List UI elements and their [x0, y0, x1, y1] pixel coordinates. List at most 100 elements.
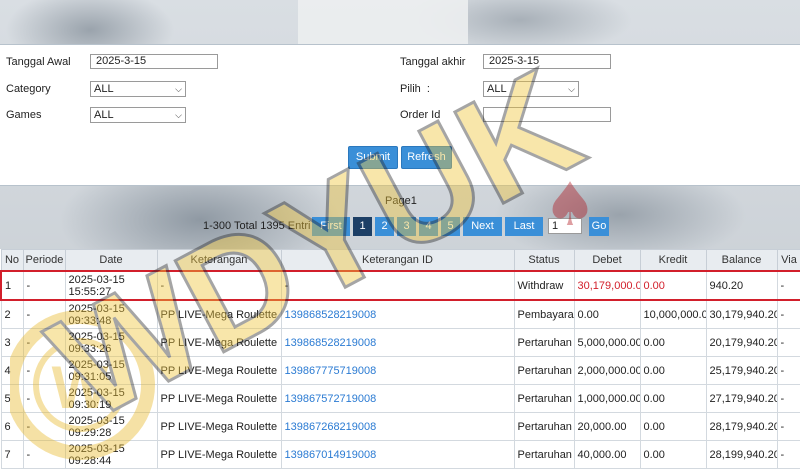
- pilih-select[interactable]: ALL ⌵: [483, 81, 579, 97]
- header-via[interactable]: Via: [776, 249, 800, 272]
- cell-periode: -: [22, 384, 66, 413]
- table-row[interactable]: 4 - 2025-03-15 09:31:05 PP LIVE-Mega Roul…: [0, 356, 800, 385]
- cell-keterangan-id-link[interactable]: 139867572719008: [280, 384, 515, 413]
- cell-keterangan-id-link[interactable]: 139868528219008: [280, 299, 515, 329]
- cell-kredit: 0.00: [639, 270, 707, 301]
- games-select[interactable]: ALL ⌵: [90, 107, 186, 123]
- cell-status: Pertaruhan: [513, 440, 575, 469]
- cell-balance: 940.20: [705, 270, 778, 301]
- time-value: 15:55:27: [68, 285, 112, 298]
- submit-button[interactable]: Submit: [348, 146, 398, 169]
- cell-kredit: 0.00: [639, 440, 707, 469]
- cell-debet: 2,000,000.00: [573, 356, 641, 385]
- cell-debet: 40,000.00: [573, 440, 641, 469]
- first-page-button[interactable]: First: [312, 217, 350, 236]
- cell-no: 1: [0, 270, 24, 301]
- header-keterangan-id[interactable]: Keterangan ID: [280, 249, 515, 272]
- header-periode[interactable]: Periode: [22, 249, 66, 272]
- header-no[interactable]: No: [0, 249, 24, 272]
- table-row[interactable]: 6 - 2025-03-15 09:29:28 PP LIVE-Mega Roul…: [0, 412, 800, 441]
- cell-keterangan-id-link[interactable]: 139867014919008: [280, 440, 515, 469]
- filter-panel: Tanggal Awal 2025-3-15 Tanggal akhir 202…: [0, 44, 800, 186]
- order-id-label: Order Id: [400, 109, 441, 121]
- cell-kredit: 0.00: [639, 412, 707, 441]
- cell-status: Pertaruhan: [513, 328, 575, 357]
- date-value: 2025-03-15: [68, 302, 125, 315]
- cell-keterangan: PP LIVE-Mega Roulette: [156, 299, 282, 329]
- table-row[interactable]: 5 - 2025-03-15 09:30:19 PP LIVE-Mega Roul…: [0, 384, 800, 413]
- cell-date: 2025-03-15 09:31:05: [64, 356, 158, 385]
- time-value: 09:28:44: [68, 454, 112, 467]
- cell-keterangan-id-link[interactable]: 139867775719008: [280, 356, 515, 385]
- time-value: 09:33:26: [68, 342, 112, 355]
- cell-via: -: [776, 412, 800, 441]
- category-select[interactable]: ALL ⌵: [90, 81, 186, 97]
- header-keterangan[interactable]: Keterangan: [156, 249, 282, 272]
- next-page-button[interactable]: Next: [463, 217, 502, 236]
- cell-balance: 20,179,940.20: [705, 328, 778, 357]
- cell-date: 2025-03-15 09:28:44: [64, 440, 158, 469]
- header-debet[interactable]: Debet: [573, 249, 641, 272]
- cell-date: 2025-03-15 09:33:48: [64, 299, 158, 329]
- category-selected-value: ALL: [94, 83, 114, 95]
- table-row[interactable]: 7 - 2025-03-15 09:28:44 PP LIVE-Mega Roul…: [0, 440, 800, 469]
- table-row[interactable]: 2 - 2025-03-15 09:33:48 PP LIVE-Mega Roul…: [0, 299, 800, 329]
- cell-keterangan-id: -: [280, 270, 515, 301]
- cell-date: 2025-03-15 15:55:27: [64, 270, 158, 301]
- pilih-label: Pilih :: [400, 83, 430, 95]
- cell-status: Pertaruhan: [513, 412, 575, 441]
- page-4-button[interactable]: 4: [419, 217, 438, 236]
- tanggal-akhir-input[interactable]: 2025-3-15: [483, 54, 611, 69]
- cell-via: -: [776, 328, 800, 357]
- entries-info: 1-300 Total 1395 Entri: [203, 220, 311, 232]
- cell-keterangan: PP LIVE-Mega Roulette: [156, 356, 282, 385]
- cell-keterangan-id-link[interactable]: 139867268219008: [280, 412, 515, 441]
- cell-keterangan: -: [156, 270, 282, 301]
- cell-debet: 1,000,000.00: [573, 384, 641, 413]
- header-status[interactable]: Status: [513, 249, 575, 272]
- page-2-button[interactable]: 2: [375, 217, 394, 236]
- header-date[interactable]: Date: [64, 249, 158, 272]
- tanggal-awal-label: Tanggal Awal: [6, 56, 71, 68]
- cell-keterangan: PP LIVE-Mega Roulette: [156, 328, 282, 357]
- cell-periode: -: [22, 412, 66, 441]
- page-3-button[interactable]: 3: [397, 217, 416, 236]
- tanggal-awal-input[interactable]: 2025-3-15: [90, 54, 218, 69]
- cell-via: -: [776, 299, 800, 329]
- go-button[interactable]: Go: [589, 217, 609, 236]
- chevron-down-icon: ⌵: [175, 110, 182, 120]
- cell-via: -: [776, 356, 800, 385]
- cell-kredit: 10,000,000.00: [639, 299, 707, 329]
- table-row[interactable]: 1 - 2025-03-15 15:55:27 - - Withdraw 30,1…: [0, 270, 800, 301]
- order-id-input[interactable]: [483, 107, 611, 122]
- refresh-button[interactable]: Refresh: [401, 146, 452, 169]
- games-label: Games: [6, 109, 42, 121]
- cell-kredit: 0.00: [639, 356, 707, 385]
- cell-no: 2: [0, 299, 24, 329]
- table-row[interactable]: 3 - 2025-03-15 09:33:26 PP LIVE-Mega Roul…: [0, 328, 800, 357]
- cell-balance: 27,179,940.20: [705, 384, 778, 413]
- header-kredit[interactable]: Kredit: [639, 249, 707, 272]
- date-value: 2025-03-15: [68, 442, 125, 455]
- header-balance[interactable]: Balance: [705, 249, 778, 272]
- time-value: 09:33:48: [68, 314, 112, 327]
- time-value: 09:31:05: [68, 370, 112, 383]
- page-1-button[interactable]: 1: [353, 217, 372, 236]
- tanggal-akhir-label: Tanggal akhir: [400, 56, 466, 68]
- page-title: Page1: [385, 195, 417, 207]
- cell-date: 2025-03-15 09:33:26: [64, 328, 158, 357]
- cell-keterangan-id-link[interactable]: 139868528219008: [280, 328, 515, 357]
- last-page-button[interactable]: Last: [505, 217, 543, 236]
- pilih-selected-value: ALL: [487, 83, 507, 95]
- cell-kredit: 0.00: [639, 384, 707, 413]
- cell-via: -: [776, 384, 800, 413]
- date-value: 2025-03-15: [68, 386, 125, 399]
- category-label: Category: [6, 83, 51, 95]
- cell-balance: 28,199,940.20: [705, 440, 778, 469]
- page-5-button[interactable]: 5: [441, 217, 460, 236]
- cell-no: 3: [0, 328, 24, 357]
- cell-keterangan: PP LIVE-Mega Roulette: [156, 384, 282, 413]
- page-number-input[interactable]: 1: [548, 218, 582, 234]
- date-value: 2025-03-15: [68, 414, 125, 427]
- cell-keterangan: PP LIVE-Mega Roulette: [156, 440, 282, 469]
